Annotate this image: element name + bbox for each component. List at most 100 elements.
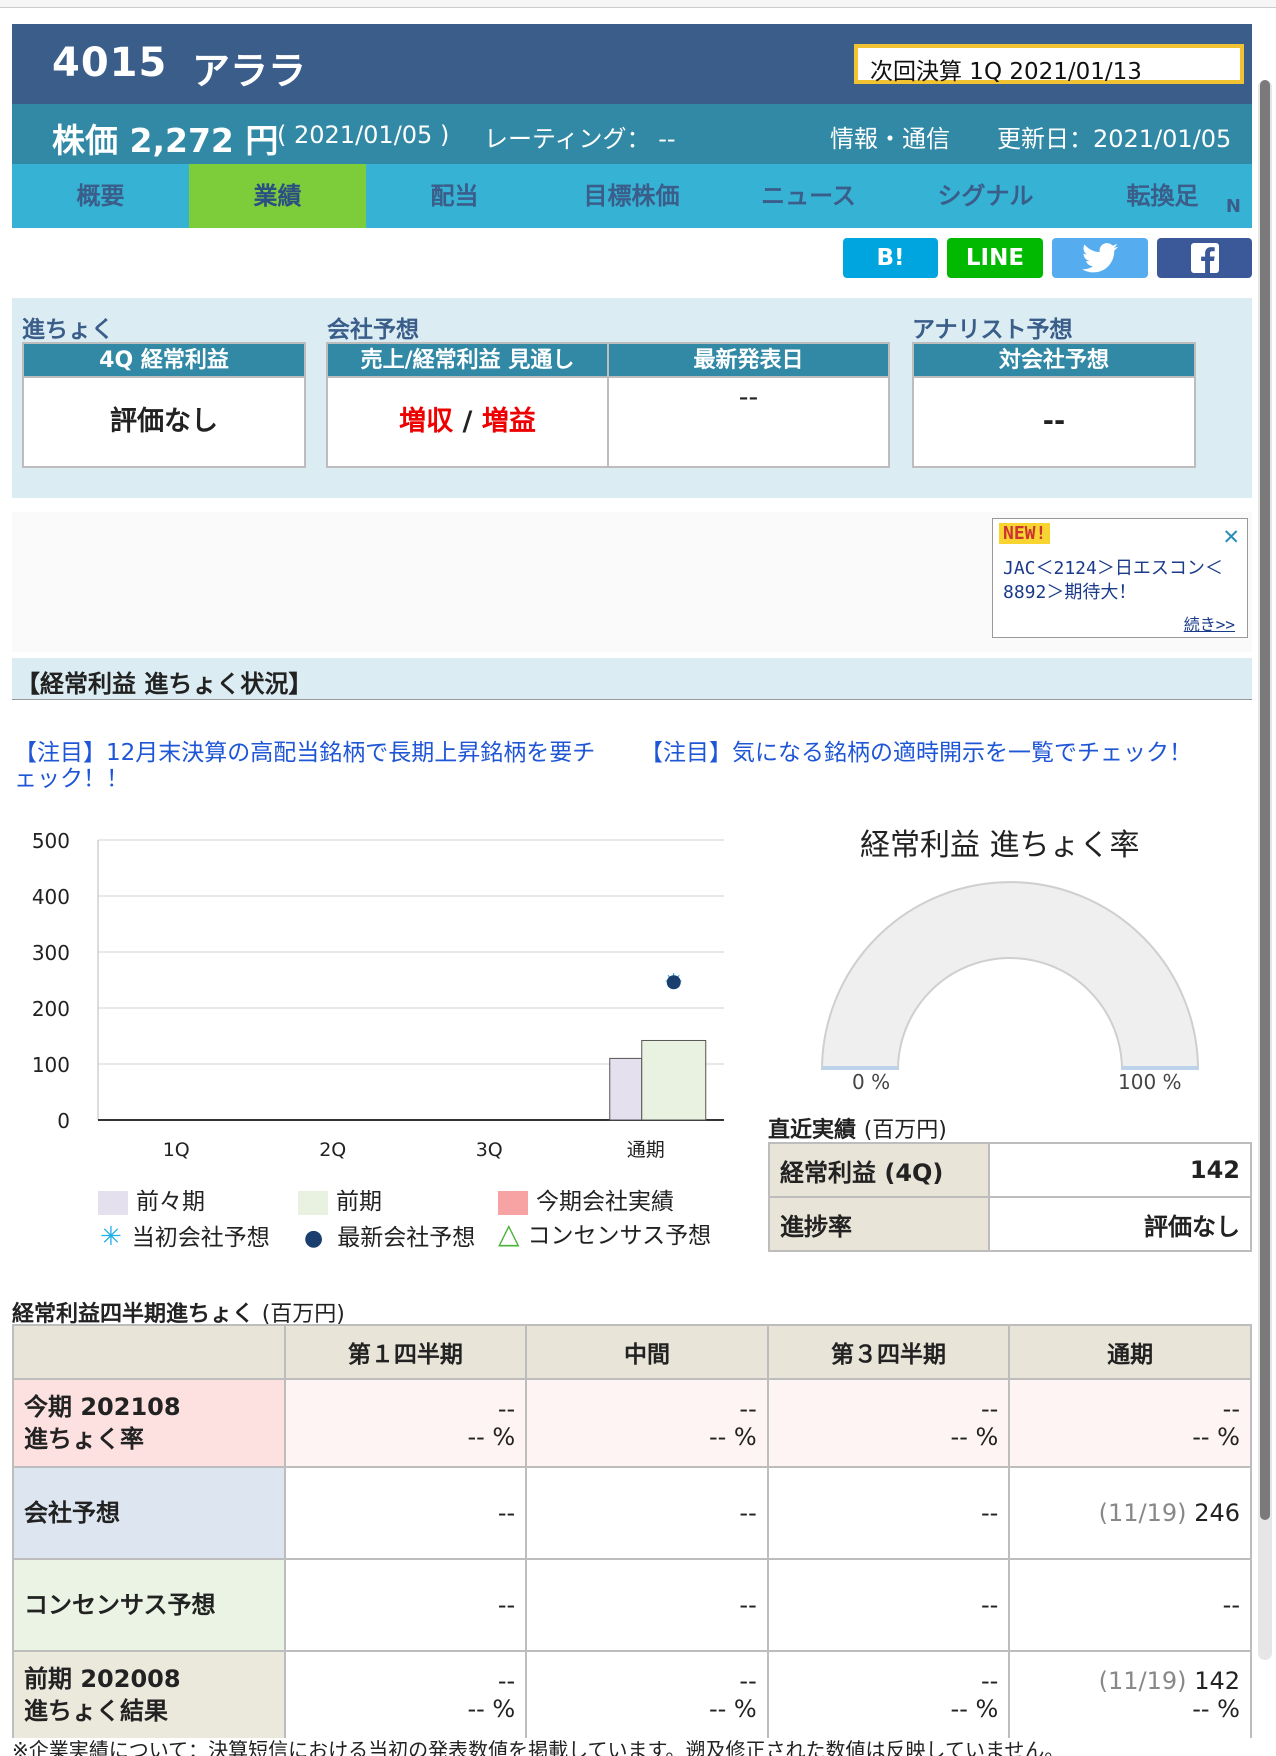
legend-item: 前々期 xyxy=(98,1182,205,1216)
ordinary-profit-chart: 01002003004005001Q2Q3Q通期✳ xyxy=(32,829,724,1160)
dot-icon: ● xyxy=(304,1226,324,1251)
table-row: 経常利益 (4Q) 142 xyxy=(768,1142,1252,1198)
tab-dividend[interactable]: 配当 xyxy=(366,164,543,228)
table-cell: -- -- % xyxy=(1008,1378,1252,1468)
sector-link[interactable]: 情報・通信 xyxy=(830,119,950,154)
company-forecast-box: 売上/経常利益 見通し 増収 / 増益 最新発表日 -- xyxy=(326,342,890,468)
news-more-link[interactable]: 続き>> xyxy=(1184,611,1235,635)
recent-results-table: 経常利益 (4Q) 142 進捗率 評価なし xyxy=(768,1142,1252,1252)
x-tick-label: 2Q xyxy=(319,1139,346,1160)
legend-item: 今期会社実績 xyxy=(498,1182,674,1216)
gauge-title: 経常利益 進ちょく率 xyxy=(860,828,1140,863)
y-tick-label: 400 xyxy=(32,885,70,909)
company-forecast-label: 会社予想 xyxy=(327,317,419,343)
x-tick-label: 3Q xyxy=(476,1139,503,1160)
marker-dot xyxy=(666,975,681,990)
row-header: 会社予想 xyxy=(12,1466,286,1560)
table-cell: (11/19) 142 -- % xyxy=(1008,1650,1252,1740)
stock-header: 4015 アララ 次回決算 1Q 2021/01/13 xyxy=(12,24,1252,104)
column-header: 通期 xyxy=(1008,1324,1252,1380)
scrollbar-thumb[interactable] xyxy=(1260,80,1270,1520)
legend-swatch xyxy=(498,1190,528,1215)
table-cell: -- xyxy=(525,1466,769,1560)
row-label: 経常利益 (4Q) xyxy=(768,1142,990,1198)
outlook-value: 増収 / 増益 xyxy=(328,378,607,466)
stock-code: 4015 xyxy=(52,40,168,86)
price-bar: 株価 2,272 円 ( 2021/01/05 ) レーティング： -- 情報・… xyxy=(12,104,1252,164)
notice-link-1[interactable]: 【注目】12月末決算の高配当銘柄で長期上昇銘柄を要チェック！！ xyxy=(14,740,614,792)
scrollbar[interactable] xyxy=(1258,80,1272,1660)
progress-gauge xyxy=(820,881,1200,1070)
table-header-row: 第１四半期 中間 第３四半期 通期 xyxy=(12,1324,1252,1380)
new-sup: N xyxy=(1225,196,1241,217)
tab-signal[interactable]: シグナル xyxy=(897,164,1074,228)
y-tick-label: 0 xyxy=(57,1109,70,1133)
column-header xyxy=(12,1324,286,1380)
legend-item: ✳ 当初会社予想 xyxy=(100,1222,270,1252)
row-header: 前期 202008 進ちょく結果 xyxy=(12,1650,286,1740)
outlook-column: 売上/経常利益 見通し 増収 / 増益 xyxy=(328,344,609,466)
new-badge: NEW! xyxy=(999,523,1051,544)
table-row: 前期 202008 進ちょく結果 -- -- % -- -- % -- -- % (11… xyxy=(12,1650,1252,1740)
x-tick-label: 通期 xyxy=(627,1139,665,1160)
row-header: コンセンサス予想 xyxy=(12,1558,286,1652)
table-cell: -- -- % xyxy=(283,1650,528,1740)
legend-item: ● 最新会社予想 xyxy=(304,1225,476,1251)
y-tick-label: 100 xyxy=(32,1053,70,1077)
progress-label: 進ちょく xyxy=(22,317,114,343)
quarterly-progress-table: 第１四半期 中間 第３四半期 通期 今期 202108 進ちょく率 -- -- % … xyxy=(12,1324,1252,1740)
hatena-share-button[interactable]: B! xyxy=(843,238,938,278)
y-tick-label: 500 xyxy=(32,829,70,853)
table-cell: (11/19) 246 xyxy=(1008,1466,1252,1560)
gauge-min-label: 0 % xyxy=(852,1070,891,1094)
close-icon[interactable]: ✕ xyxy=(1223,521,1239,551)
updated-date: 更新日：2021/01/05 xyxy=(997,125,1232,153)
table-cell: -- -- % xyxy=(766,1650,1011,1740)
facebook-share-button[interactable] xyxy=(1157,238,1252,278)
news-widget[interactable]: NEW! ✕ JAC＜2124＞日エスコン＜8892＞期待大！ 続き>> xyxy=(992,518,1248,638)
stock-name: アララ xyxy=(192,49,307,93)
table-cell: -- xyxy=(766,1558,1011,1652)
notice-link-2[interactable]: 【注目】気になる銘柄の適時開示を一覧でチェック！ xyxy=(640,740,1250,766)
tab-performance[interactable]: 業績 xyxy=(189,164,366,228)
tab-news[interactable]: ニュース xyxy=(720,164,897,228)
asterisk-icon: ✳ xyxy=(100,1222,122,1252)
section-title: 【経常利益 進ちょく状況】 xyxy=(12,658,1252,700)
row-value: 評価なし xyxy=(988,1196,1252,1252)
tab-overview[interactable]: 概要 xyxy=(12,164,189,228)
rating: レーティング： -- xyxy=(484,125,676,153)
column-header: 中間 xyxy=(525,1324,769,1380)
facebook-icon xyxy=(1190,243,1219,273)
triangle-icon: △ xyxy=(498,1217,520,1250)
tab-target-price[interactable]: 目標株価 xyxy=(543,164,720,228)
latest-announcement-column: 最新発表日 -- xyxy=(609,344,888,466)
revenue-outlook: 増収 xyxy=(399,406,454,437)
outlook-separator: / xyxy=(453,406,482,437)
column-header: 第３四半期 xyxy=(766,1324,1011,1380)
stock-price: 株価 2,272 円 xyxy=(52,121,279,160)
column-header: 第１四半期 xyxy=(283,1324,528,1380)
table-cell: -- xyxy=(1008,1558,1252,1652)
profit-outlook: 増益 xyxy=(481,406,536,437)
progress-panel: 進ちょく 会社予想 アナリスト予想 4Q 経常利益 評価なし 売上/経常利益 見… xyxy=(12,298,1252,498)
table-row: 進捗率 評価なし xyxy=(768,1196,1252,1252)
q4-ordinary-profit-box: 4Q 経常利益 評価なし xyxy=(22,342,306,468)
table-row: 会社予想 -- -- -- (11/19) 246 xyxy=(12,1466,1252,1560)
table-row: 今期 202108 進ちょく率 -- -- % -- -- % -- -- % -- --… xyxy=(12,1378,1252,1468)
twitter-share-button[interactable] xyxy=(1052,238,1148,278)
box-header: 売上/経常利益 見通し xyxy=(328,344,607,378)
table-cell: -- -- % xyxy=(525,1650,769,1740)
next-earnings-badge: 次回決算 1Q 2021/01/13 xyxy=(854,44,1244,85)
box-value: -- xyxy=(1042,406,1066,437)
table-cell: -- xyxy=(283,1466,528,1560)
line-share-button[interactable]: LINE xyxy=(947,238,1043,278)
box-header: 対会社予想 xyxy=(914,344,1194,378)
tab-tenkanashi[interactable]: 転換足 N xyxy=(1074,164,1251,228)
table-row: コンセンサス予想 -- -- -- -- xyxy=(12,1558,1252,1652)
x-tick-label: 1Q xyxy=(163,1139,190,1160)
news-text[interactable]: JAC＜2124＞日エスコン＜8892＞期待大！ xyxy=(1003,557,1241,605)
vs-company-forecast-box: 対会社予想 -- xyxy=(912,342,1196,468)
twitter-bird-icon xyxy=(1082,243,1118,273)
y-tick-label: 300 xyxy=(32,941,70,965)
table-cell: -- xyxy=(525,1558,769,1652)
